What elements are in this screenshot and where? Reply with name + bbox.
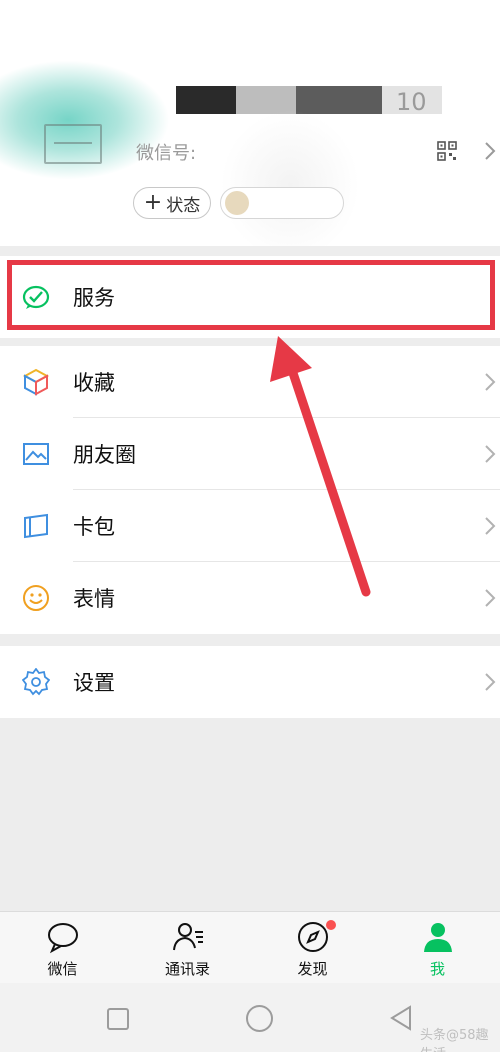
- notification-dot: [326, 920, 336, 930]
- status-button[interactable]: + 状态: [133, 187, 211, 219]
- plus-icon: +: [143, 190, 163, 215]
- tab-label: 微信: [47, 960, 78, 978]
- settings-group: 设置: [0, 646, 500, 718]
- menu-item-label: 表情: [73, 587, 115, 611]
- tab-label: 通讯录: [164, 960, 210, 978]
- annotation-highlight-box: [7, 260, 495, 330]
- friend-status-chip[interactable]: [220, 187, 344, 219]
- nickname-fragment: 10: [396, 88, 427, 116]
- tab-label: 发现: [297, 960, 328, 978]
- menu-group-main: 收藏 朋友圈 卡包 表情: [0, 346, 500, 634]
- tab-me[interactable]: 我: [375, 912, 500, 984]
- wechat-id-label: 微信号:: [136, 143, 197, 164]
- menu-item-label: 卡包: [73, 515, 115, 539]
- watermark: 头条@58趣生活: [420, 1028, 489, 1052]
- contacts-icon: [172, 923, 203, 951]
- menu-item-favorites[interactable]: 收藏: [0, 346, 500, 418]
- menu-item-label: 朋友圈: [73, 443, 136, 467]
- redaction-smear: [220, 110, 360, 246]
- status-button-label: 状态: [166, 195, 201, 216]
- compass-icon: [297, 922, 328, 952]
- chevron-right-icon: [485, 373, 496, 391]
- service-group: 服务: [0, 256, 500, 338]
- favorites-cube-icon: [22, 368, 50, 396]
- annotation-arrow-icon: [270, 336, 371, 597]
- menu-item-label: 设置: [73, 671, 115, 695]
- chevron-right-icon: [485, 517, 496, 535]
- tab-contacts[interactable]: 通讯录: [125, 912, 250, 984]
- chevron-right-icon: [485, 589, 496, 607]
- menu-item-cards[interactable]: 卡包: [0, 490, 500, 562]
- chevron-right-icon[interactable]: [483, 140, 497, 162]
- bottom-tab-bar: 微信 通讯录 发现 我: [0, 911, 500, 983]
- menu-item-moments[interactable]: 朋友圈: [0, 418, 500, 490]
- smiley-icon: [23, 585, 49, 611]
- qr-code-icon[interactable]: [437, 141, 457, 161]
- tab-label: 我: [429, 960, 445, 978]
- tab-chats[interactable]: 微信: [0, 912, 125, 984]
- recent-apps-icon[interactable]: [107, 1008, 129, 1030]
- chevron-right-icon: [485, 673, 496, 691]
- gear-icon: [22, 668, 50, 696]
- menu-item-service[interactable]: 服务: [0, 256, 500, 338]
- moments-image-icon: [23, 443, 49, 465]
- menu-item-label: 收藏: [73, 371, 115, 395]
- chat-bubble-icon: [47, 923, 78, 954]
- home-icon[interactable]: [246, 1005, 273, 1032]
- person-icon: [423, 923, 452, 952]
- tab-discover[interactable]: 发现: [250, 912, 375, 984]
- menu-item-settings[interactable]: 设置: [0, 646, 500, 718]
- chevron-right-icon: [485, 445, 496, 463]
- avatar[interactable]: [44, 124, 102, 164]
- menu-item-stickers[interactable]: 表情: [0, 562, 500, 634]
- friend-avatar: [225, 191, 249, 215]
- back-icon[interactable]: [389, 1004, 413, 1032]
- card-wallet-icon: [24, 513, 48, 539]
- profile-header[interactable]: 10 微信号: + 状态: [0, 0, 500, 246]
